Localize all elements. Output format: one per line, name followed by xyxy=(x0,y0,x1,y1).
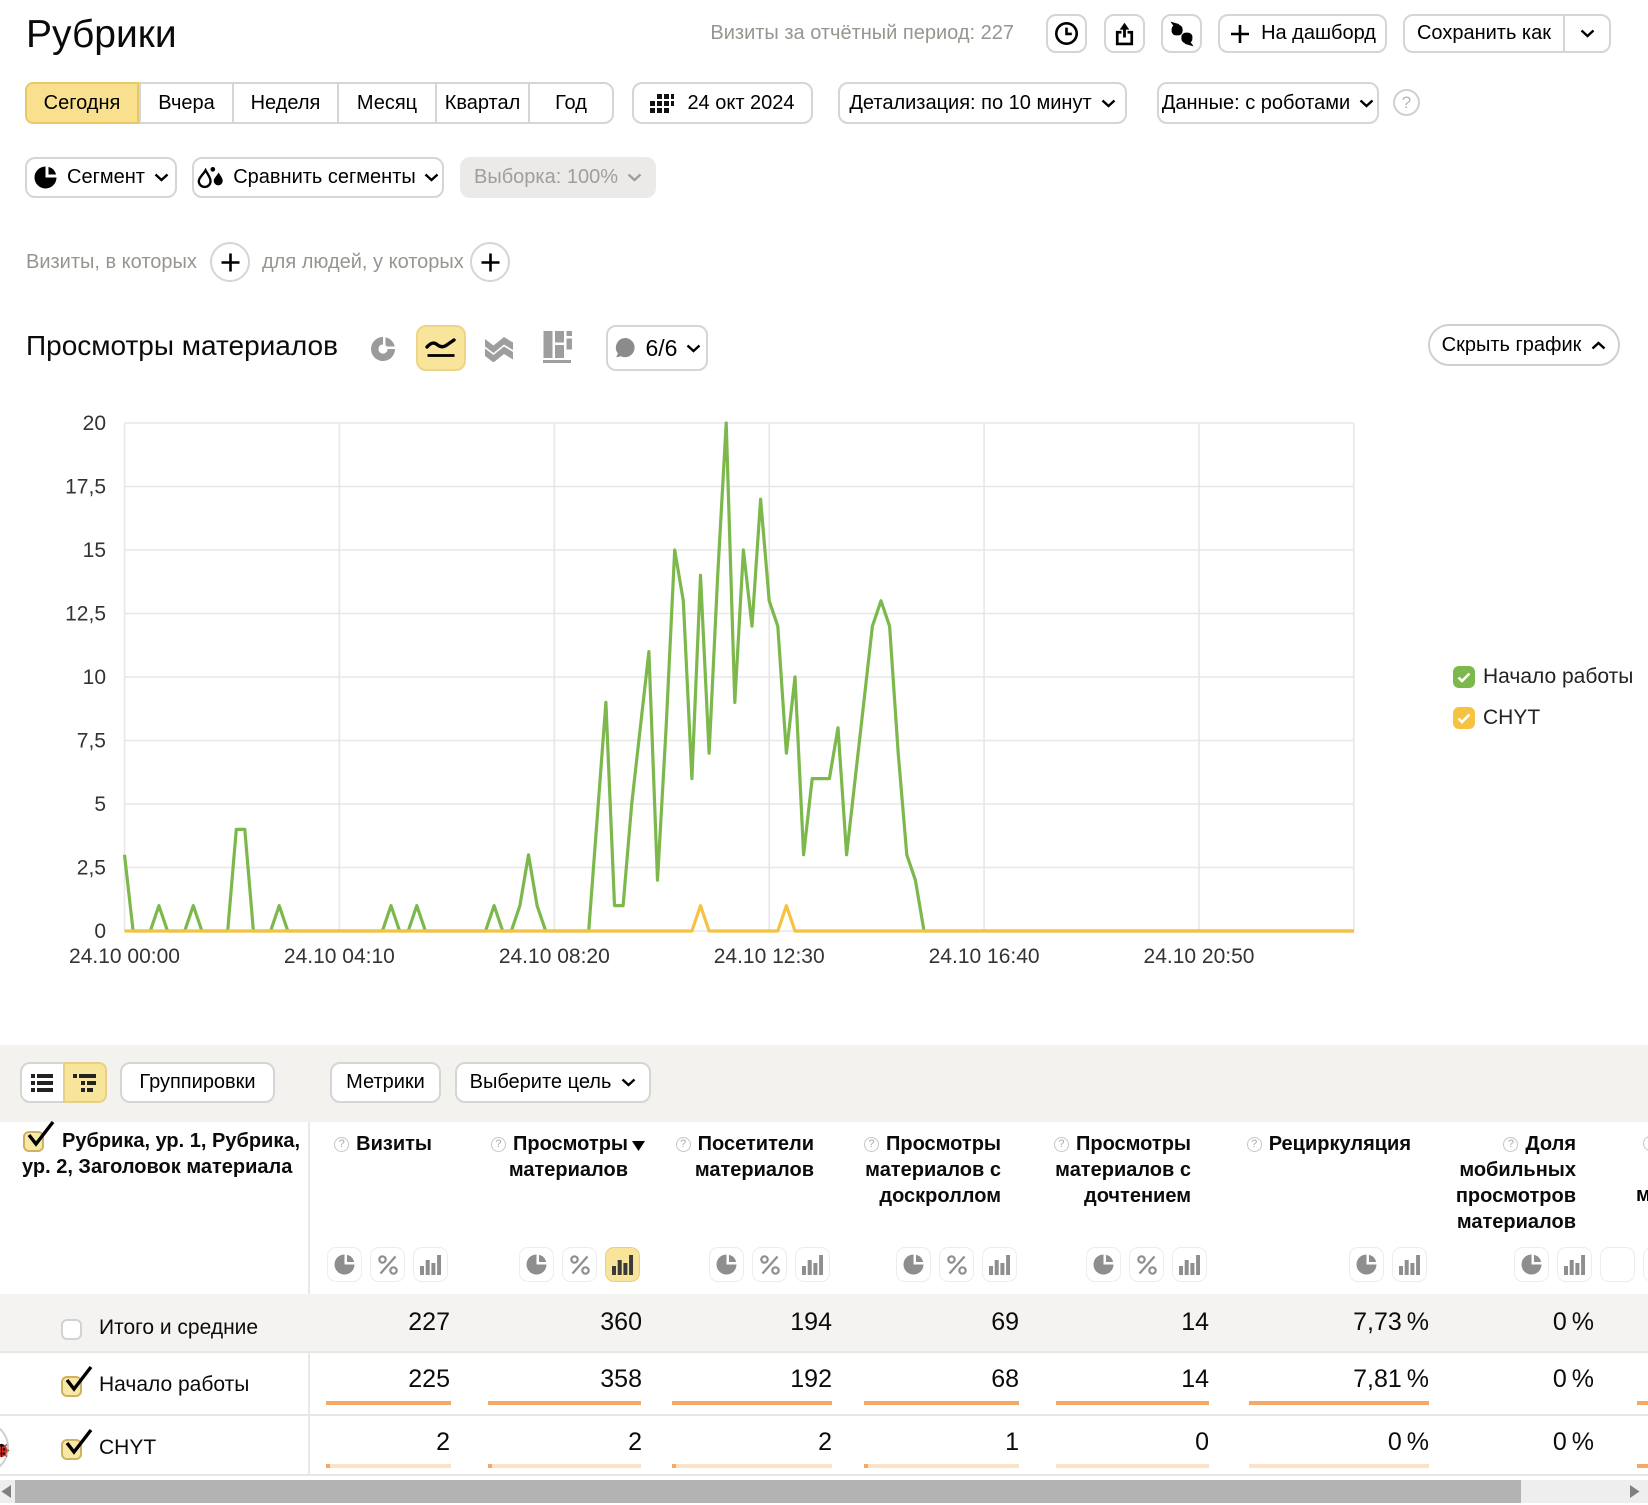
svg-text:24.10 08:20: 24.10 08:20 xyxy=(499,945,610,968)
svg-text:20: 20 xyxy=(83,412,106,435)
svg-text:24.10 16:40: 24.10 16:40 xyxy=(929,945,1040,968)
svg-text:2,5: 2,5 xyxy=(77,857,106,880)
svg-text:0: 0 xyxy=(94,920,106,943)
svg-text:17,5: 17,5 xyxy=(65,476,106,499)
svg-text:7,5: 7,5 xyxy=(77,730,106,753)
svg-text:12,5: 12,5 xyxy=(65,603,106,626)
svg-text:15: 15 xyxy=(83,539,106,562)
svg-text:24.10 20:50: 24.10 20:50 xyxy=(1144,945,1255,968)
svg-text:24.10 00:00: 24.10 00:00 xyxy=(69,945,180,968)
svg-text:10: 10 xyxy=(83,666,106,689)
svg-text:5: 5 xyxy=(94,793,106,816)
svg-text:24.10 12:30: 24.10 12:30 xyxy=(714,945,825,968)
svg-text:24.10 04:10: 24.10 04:10 xyxy=(284,945,395,968)
